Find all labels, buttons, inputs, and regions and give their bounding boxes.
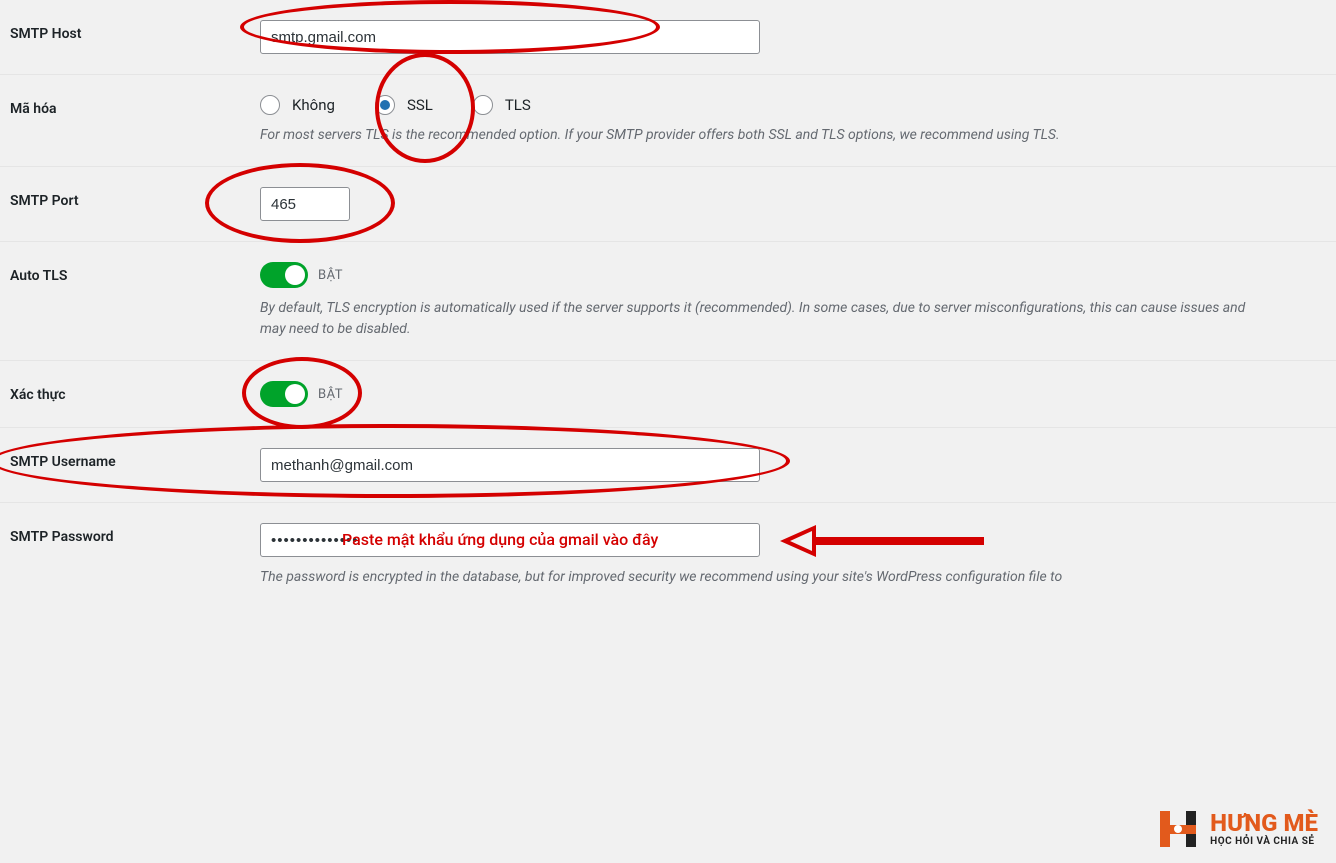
encryption-description: For most servers TLS is the recommended … xyxy=(260,125,1260,146)
label-auto-tls: Auto TLS xyxy=(10,262,260,284)
brand-text: HƯNG MÈ HỌC HỎI VÀ CHIA SẺ xyxy=(1210,811,1318,847)
auto-tls-state: BẬT xyxy=(318,268,343,283)
label-smtp-host: SMTP Host xyxy=(10,20,260,42)
field-smtp-host xyxy=(260,20,1326,54)
smtp-user-input[interactable] xyxy=(260,448,760,482)
radio-ssl-label: SSL xyxy=(407,96,433,114)
row-encryption: Mã hóa Không SSL TLS For most servers TL… xyxy=(0,75,1336,167)
label-smtp-pass: SMTP Password xyxy=(10,523,260,545)
radio-icon xyxy=(473,95,493,115)
brand-title: HƯNG MÈ xyxy=(1210,811,1318,835)
smtp-pass-input[interactable] xyxy=(260,523,760,557)
radio-tls[interactable]: TLS xyxy=(473,95,531,115)
label-auth: Xác thực xyxy=(10,381,260,403)
field-auth: BẬT xyxy=(260,381,1326,407)
auth-state: BẬT xyxy=(318,387,343,402)
brand-logo: HƯNG MÈ HỌC HỎI VÀ CHIA SẺ xyxy=(1154,805,1318,853)
row-smtp-port: SMTP Port xyxy=(0,167,1336,242)
label-encryption: Mã hóa xyxy=(10,95,260,117)
annotation-arrow-icon xyxy=(780,525,990,559)
smtp-pass-description: The password is encrypted in the databas… xyxy=(260,567,1260,588)
field-smtp-user xyxy=(260,448,1326,482)
brand-subtitle: HỌC HỎI VÀ CHIA SẺ xyxy=(1210,837,1318,847)
row-auto-tls: Auto TLS BẬT By default, TLS encryption … xyxy=(0,242,1336,361)
brand-mark-icon xyxy=(1154,805,1202,853)
auto-tls-description: By default, TLS encryption is automatica… xyxy=(260,298,1260,340)
encryption-radio-group: Không SSL TLS xyxy=(260,95,1326,115)
auto-tls-toggle[interactable] xyxy=(260,262,308,288)
label-smtp-port: SMTP Port xyxy=(10,187,260,209)
field-smtp-pass: Paste mật khẩu ứng dụng của gmail vào đâ… xyxy=(260,523,1326,588)
radio-tls-label: TLS xyxy=(505,96,531,114)
smtp-settings-form: SMTP Host Mã hóa Không SSL TLS xyxy=(0,0,1336,608)
radio-none[interactable]: Không xyxy=(260,95,335,115)
label-smtp-user: SMTP Username xyxy=(10,448,260,470)
row-smtp-pass: SMTP Password Paste mật khẩu ứng dụng củ… xyxy=(0,503,1336,608)
radio-icon xyxy=(260,95,280,115)
field-auto-tls: BẬT By default, TLS encryption is automa… xyxy=(260,262,1326,340)
row-auth: Xác thực BẬT xyxy=(0,361,1336,428)
radio-ssl[interactable]: SSL xyxy=(375,95,433,115)
smtp-host-input[interactable] xyxy=(260,20,760,54)
row-smtp-user: SMTP Username xyxy=(0,428,1336,503)
smtp-port-input[interactable] xyxy=(260,187,350,221)
radio-none-label: Không xyxy=(292,96,335,114)
row-smtp-host: SMTP Host xyxy=(0,0,1336,75)
field-smtp-port xyxy=(260,187,1326,221)
radio-icon xyxy=(375,95,395,115)
field-encryption: Không SSL TLS For most servers TLS is th… xyxy=(260,95,1326,146)
auth-toggle[interactable] xyxy=(260,381,308,407)
